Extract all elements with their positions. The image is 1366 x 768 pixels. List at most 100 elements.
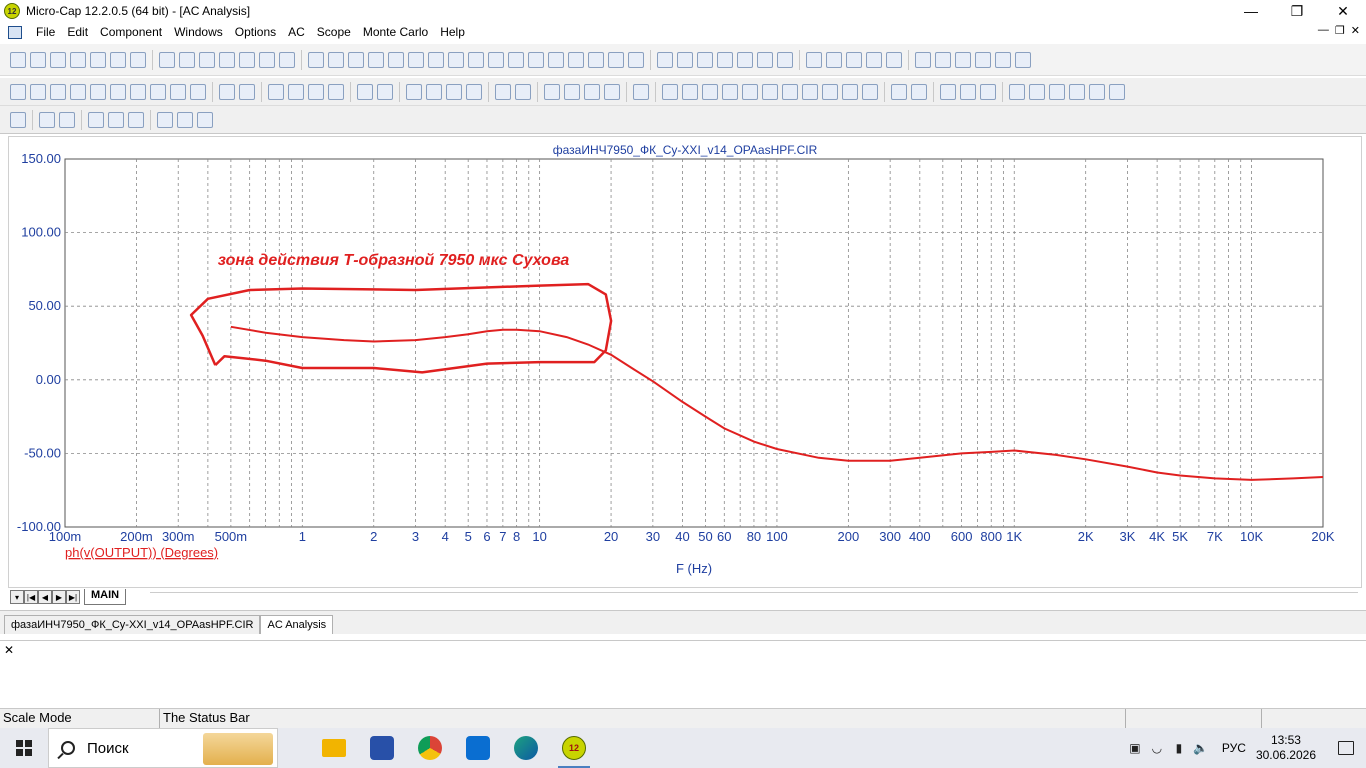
minimize-icon[interactable]: — <box>1228 0 1274 22</box>
analysis-tool-22-icon[interactable] <box>495 83 511 100</box>
analysis-tool-41-icon[interactable] <box>911 83 927 100</box>
analysis-tool-38-icon[interactable] <box>842 83 858 100</box>
taskbar-microcap[interactable]: 12 <box>550 728 598 768</box>
analysis-tool-9-icon[interactable] <box>190 83 206 100</box>
analysis-tool-10-icon[interactable] <box>219 83 235 100</box>
main-tool-0-icon[interactable] <box>10 51 26 68</box>
main-tool-24-icon[interactable] <box>508 51 524 68</box>
align-tool-5-icon[interactable] <box>128 111 144 128</box>
main-tool-33-icon[interactable] <box>697 51 713 68</box>
main-tool-44-icon[interactable] <box>935 51 951 68</box>
analysis-tool-13-icon[interactable] <box>288 83 304 100</box>
wifi-icon[interactable]: ◡ <box>1146 741 1168 755</box>
main-tool-31-icon[interactable] <box>657 51 673 68</box>
analysis-tool-50-icon[interactable] <box>1109 83 1125 100</box>
main-tool-13-icon[interactable] <box>279 51 295 68</box>
analysis-tool-42-icon[interactable] <box>940 83 956 100</box>
analysis-tool-2-icon[interactable] <box>50 83 66 100</box>
main-tool-22-icon[interactable] <box>468 51 484 68</box>
main-tool-21-icon[interactable] <box>448 51 464 68</box>
analysis-tool-49-icon[interactable] <box>1089 83 1105 100</box>
main-tool-11-icon[interactable] <box>239 51 255 68</box>
menu-file[interactable]: File <box>30 25 61 39</box>
panel-close-icon[interactable]: ✕ <box>4 643 14 657</box>
main-tool-40-icon[interactable] <box>846 51 862 68</box>
tab-ac-analysis[interactable]: AC Analysis <box>260 615 334 634</box>
main-tool-29-icon[interactable] <box>608 51 624 68</box>
menu-options[interactable]: Options <box>229 25 282 39</box>
main-tool-18-icon[interactable] <box>388 51 404 68</box>
language-indicator[interactable]: РУС <box>1222 741 1246 755</box>
analysis-tool-11-icon[interactable] <box>239 83 255 100</box>
main-tool-7-icon[interactable] <box>159 51 175 68</box>
main-tool-8-icon[interactable] <box>179 51 195 68</box>
notification-button[interactable] <box>1326 741 1366 755</box>
analysis-tool-24-icon[interactable] <box>544 83 560 100</box>
start-button[interactable] <box>0 728 48 768</box>
taskbar-file-explorer[interactable] <box>310 728 358 768</box>
main-tool-41-icon[interactable] <box>866 51 882 68</box>
main-tool-36-icon[interactable] <box>757 51 773 68</box>
analysis-tool-27-icon[interactable] <box>604 83 620 100</box>
taskbar-chrome[interactable] <box>406 728 454 768</box>
sheet-menu-icon[interactable]: ▾ <box>10 590 24 604</box>
analysis-tool-43-icon[interactable] <box>960 83 976 100</box>
align-tool-3-icon[interactable] <box>88 111 104 128</box>
align-tool-0-icon[interactable] <box>10 111 26 128</box>
analysis-tool-14-icon[interactable] <box>308 83 324 100</box>
taskbar-edge[interactable] <box>502 728 550 768</box>
mdi-minimize-icon[interactable]: — <box>1318 24 1329 37</box>
main-tool-19-icon[interactable] <box>408 51 424 68</box>
plot-window[interactable]: фазаИНЧ7950_ФК_Су-XXI_v14_OPAasHPF.CIR 1… <box>8 136 1362 588</box>
sheet-last-icon[interactable]: ▶| <box>66 590 80 604</box>
close-icon[interactable]: ✕ <box>1320 0 1366 22</box>
main-tool-37-icon[interactable] <box>777 51 793 68</box>
main-tool-16-icon[interactable] <box>348 51 364 68</box>
analysis-tool-48-icon[interactable] <box>1069 83 1085 100</box>
taskbar-search[interactable]: Поиск <box>48 728 278 768</box>
align-tool-8-icon[interactable] <box>197 111 213 128</box>
analysis-tool-21-icon[interactable] <box>466 83 482 100</box>
analysis-tool-30-icon[interactable] <box>682 83 698 100</box>
sheet-next-icon[interactable]: ▶ <box>52 590 66 604</box>
analysis-tool-4-icon[interactable] <box>90 83 106 100</box>
menu-windows[interactable]: Windows <box>168 25 229 39</box>
analysis-tool-16-icon[interactable] <box>357 83 373 100</box>
main-tool-34-icon[interactable] <box>717 51 733 68</box>
align-tool-6-icon[interactable] <box>157 111 173 128</box>
main-tool-12-icon[interactable] <box>259 51 275 68</box>
align-tool-7-icon[interactable] <box>177 111 193 128</box>
main-tool-45-icon[interactable] <box>955 51 971 68</box>
analysis-tool-26-icon[interactable] <box>584 83 600 100</box>
analysis-tool-8-icon[interactable] <box>170 83 186 100</box>
analysis-tool-17-icon[interactable] <box>377 83 393 100</box>
tray-device-icon[interactable]: ▣ <box>1124 741 1146 755</box>
align-tool-4-icon[interactable] <box>108 111 124 128</box>
main-tool-4-icon[interactable] <box>90 51 106 68</box>
analysis-tool-15-icon[interactable] <box>328 83 344 100</box>
main-tool-17-icon[interactable] <box>368 51 384 68</box>
main-tool-15-icon[interactable] <box>328 51 344 68</box>
analysis-tool-31-icon[interactable] <box>702 83 718 100</box>
main-tool-28-icon[interactable] <box>588 51 604 68</box>
main-tool-38-icon[interactable] <box>806 51 822 68</box>
volume-icon[interactable]: 🔈 <box>1190 741 1212 755</box>
main-tool-3-icon[interactable] <box>70 51 86 68</box>
mdi-close-icon[interactable]: ✕ <box>1351 24 1360 37</box>
battery-icon[interactable]: ▮ <box>1168 741 1190 755</box>
main-tool-30-icon[interactable] <box>628 51 644 68</box>
analysis-tool-1-icon[interactable] <box>30 83 46 100</box>
analysis-tool-20-icon[interactable] <box>446 83 462 100</box>
main-tool-26-icon[interactable] <box>548 51 564 68</box>
menu-ac[interactable]: AC <box>282 25 311 39</box>
menu-monte-carlo[interactable]: Monte Carlo <box>357 25 434 39</box>
main-tool-2-icon[interactable] <box>50 51 66 68</box>
analysis-tool-47-icon[interactable] <box>1049 83 1065 100</box>
menu-component[interactable]: Component <box>94 25 168 39</box>
main-tool-20-icon[interactable] <box>428 51 444 68</box>
sheet-prev-icon[interactable]: ◀ <box>38 590 52 604</box>
analysis-tool-25-icon[interactable] <box>564 83 580 100</box>
taskbar-save-app[interactable] <box>358 728 406 768</box>
microcap-app-icon[interactable]: 12 <box>4 3 20 19</box>
maximize-icon[interactable]: ❐ <box>1274 0 1320 22</box>
